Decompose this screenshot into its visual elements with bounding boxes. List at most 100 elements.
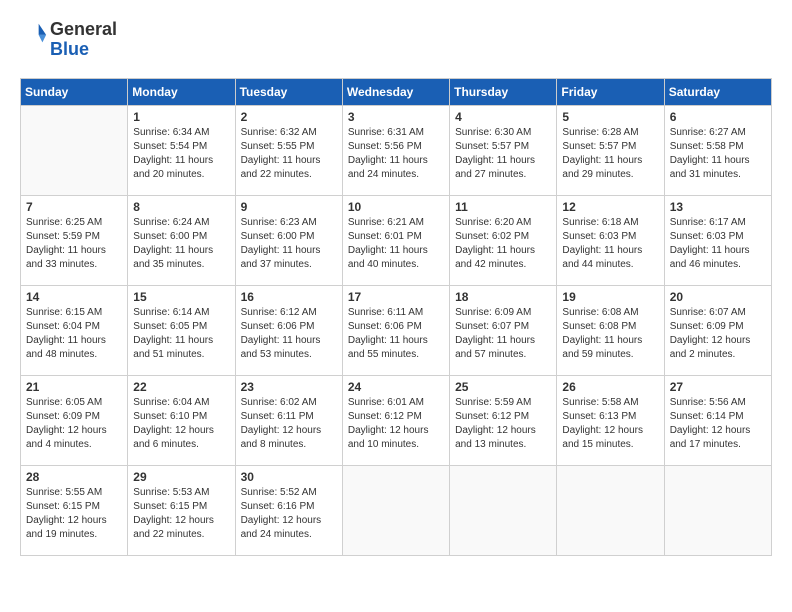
day-number: 4 [455, 110, 551, 124]
day-info: Sunrise: 6:11 AMSunset: 6:06 PMDaylight:… [348, 306, 444, 362]
weekday-header: Wednesday [342, 78, 449, 105]
day-number: 28 [26, 470, 122, 484]
calendar-cell: 9 Sunrise: 6:23 AMSunset: 6:00 PMDaylight… [235, 195, 342, 285]
calendar-cell: 18Sunrise: 6:09 AMSunset: 6:07 PMDayligh… [450, 285, 557, 375]
header-row: SundayMondayTuesdayWednesdayThursdayFrid… [21, 78, 772, 105]
calendar-cell: 20 Sunrise: 6:07 AMSunset: 6:09 PMDayligh… [664, 285, 771, 375]
day-info: Sunrise: 6:30 AMSunset: 5:57 PMDaylight:… [455, 126, 551, 182]
calendar-week-row: 7 Sunrise: 6:25 AMSunset: 5:59 PMDaylight… [21, 195, 772, 285]
calendar-cell: 16 Sunrise: 6:12 AMSunset: 6:06 PMDayligh… [235, 285, 342, 375]
weekday-header: Monday [128, 78, 235, 105]
day-number: 21 [26, 380, 122, 394]
calendar-cell: 17Sunrise: 6:11 AMSunset: 6:06 PMDayligh… [342, 285, 449, 375]
calendar-cell [342, 465, 449, 555]
day-info: Sunrise: 6:09 AMSunset: 6:07 PMDaylight:… [455, 306, 551, 362]
day-info: Sunrise: 6:07 AMSunset: 6:09 PMDaylight:… [670, 306, 766, 362]
calendar-cell: 8Sunrise: 6:24 AMSunset: 6:00 PMDaylight… [128, 195, 235, 285]
calendar-cell: 21 Sunrise: 6:05 AMSunset: 6:09 PMDayligh… [21, 375, 128, 465]
day-info: Sunrise: 6:32 AMSunset: 5:55 PMDaylight:… [241, 126, 337, 182]
calendar-cell: 6 Sunrise: 6:27 AMSunset: 5:58 PMDaylight… [664, 105, 771, 195]
calendar-cell: 12 Sunrise: 6:18 AMSunset: 6:03 PMDayligh… [557, 195, 664, 285]
day-number: 9 [241, 200, 337, 214]
day-number: 13 [670, 200, 766, 214]
calendar-cell [557, 465, 664, 555]
calendar-week-row: 28 Sunrise: 5:55 AMSunset: 6:15 PMDayligh… [21, 465, 772, 555]
day-number: 1 [133, 110, 229, 124]
day-info: Sunrise: 5:55 AMSunset: 6:15 PMDaylight:… [26, 486, 122, 542]
day-info: Sunrise: 6:04 AMSunset: 6:10 PMDaylight:… [133, 396, 229, 452]
day-number: 3 [348, 110, 444, 124]
weekday-header: Tuesday [235, 78, 342, 105]
day-number: 10 [348, 200, 444, 214]
day-number: 5 [562, 110, 658, 124]
calendar-cell: 13 Sunrise: 6:17 AMSunset: 6:03 PMDayligh… [664, 195, 771, 285]
day-number: 11 [455, 200, 551, 214]
calendar-cell: 4 Sunrise: 6:30 AMSunset: 5:57 PMDaylight… [450, 105, 557, 195]
calendar-cell: 28 Sunrise: 5:55 AMSunset: 6:15 PMDayligh… [21, 465, 128, 555]
logo: General Blue [20, 20, 117, 60]
day-number: 16 [241, 290, 337, 304]
day-info: Sunrise: 6:25 AMSunset: 5:59 PMDaylight:… [26, 216, 122, 272]
day-number: 12 [562, 200, 658, 214]
calendar-cell: 15 Sunrise: 6:14 AMSunset: 6:05 PMDayligh… [128, 285, 235, 375]
day-number: 26 [562, 380, 658, 394]
day-info: Sunrise: 6:18 AMSunset: 6:03 PMDaylight:… [562, 216, 658, 272]
day-number: 15 [133, 290, 229, 304]
logo-text: General Blue [50, 20, 117, 60]
calendar-cell: 26Sunrise: 5:58 AMSunset: 6:13 PMDayligh… [557, 375, 664, 465]
calendar-cell: 23 Sunrise: 6:02 AMSunset: 6:11 PMDayligh… [235, 375, 342, 465]
day-info: Sunrise: 6:02 AMSunset: 6:11 PMDaylight:… [241, 396, 337, 452]
day-info: Sunrise: 6:34 AMSunset: 5:54 PMDaylight:… [133, 126, 229, 182]
calendar-cell [664, 465, 771, 555]
day-number: 24 [348, 380, 444, 394]
day-info: Sunrise: 5:59 AMSunset: 6:12 PMDaylight:… [455, 396, 551, 452]
calendar-cell: 19 Sunrise: 6:08 AMSunset: 6:08 PMDayligh… [557, 285, 664, 375]
calendar-header: SundayMondayTuesdayWednesdayThursdayFrid… [21, 78, 772, 105]
day-info: Sunrise: 6:05 AMSunset: 6:09 PMDaylight:… [26, 396, 122, 452]
calendar-cell [21, 105, 128, 195]
calendar-cell: 27 Sunrise: 5:56 AMSunset: 6:14 PMDayligh… [664, 375, 771, 465]
top-bar: General Blue [20, 20, 772, 70]
calendar-cell: 2 Sunrise: 6:32 AMSunset: 5:55 PMDaylight… [235, 105, 342, 195]
calendar-body: 1 Sunrise: 6:34 AMSunset: 5:54 PMDaylight… [21, 105, 772, 555]
day-info: Sunrise: 6:14 AMSunset: 6:05 PMDaylight:… [133, 306, 229, 362]
day-info: Sunrise: 5:56 AMSunset: 6:14 PMDaylight:… [670, 396, 766, 452]
day-number: 30 [241, 470, 337, 484]
weekday-header: Thursday [450, 78, 557, 105]
calendar-cell [450, 465, 557, 555]
day-info: Sunrise: 6:23 AMSunset: 6:00 PMDaylight:… [241, 216, 337, 272]
day-info: Sunrise: 6:08 AMSunset: 6:08 PMDaylight:… [562, 306, 658, 362]
day-info: Sunrise: 6:21 AMSunset: 6:01 PMDaylight:… [348, 216, 444, 272]
day-number: 7 [26, 200, 122, 214]
calendar-week-row: 14 Sunrise: 6:15 AMSunset: 6:04 PMDayligh… [21, 285, 772, 375]
calendar-cell: 29Sunrise: 5:53 AMSunset: 6:15 PMDayligh… [128, 465, 235, 555]
day-number: 22 [133, 380, 229, 394]
weekday-header: Friday [557, 78, 664, 105]
day-number: 19 [562, 290, 658, 304]
calendar-cell: 7 Sunrise: 6:25 AMSunset: 5:59 PMDaylight… [21, 195, 128, 285]
calendar-table: SundayMondayTuesdayWednesdayThursdayFrid… [20, 78, 772, 556]
logo-icon [20, 20, 48, 48]
day-number: 23 [241, 380, 337, 394]
calendar-cell: 3Sunrise: 6:31 AMSunset: 5:56 PMDaylight… [342, 105, 449, 195]
calendar-cell: 5Sunrise: 6:28 AMSunset: 5:57 PMDaylight… [557, 105, 664, 195]
calendar-cell: 11Sunrise: 6:20 AMSunset: 6:02 PMDayligh… [450, 195, 557, 285]
calendar-cell: 22 Sunrise: 6:04 AMSunset: 6:10 PMDayligh… [128, 375, 235, 465]
day-info: Sunrise: 6:17 AMSunset: 6:03 PMDaylight:… [670, 216, 766, 272]
weekday-header: Sunday [21, 78, 128, 105]
day-info: Sunrise: 6:15 AMSunset: 6:04 PMDaylight:… [26, 306, 122, 362]
day-info: Sunrise: 6:12 AMSunset: 6:06 PMDaylight:… [241, 306, 337, 362]
day-number: 20 [670, 290, 766, 304]
calendar-cell: 14 Sunrise: 6:15 AMSunset: 6:04 PMDayligh… [21, 285, 128, 375]
day-info: Sunrise: 5:52 AMSunset: 6:16 PMDaylight:… [241, 486, 337, 542]
calendar-cell: 10 Sunrise: 6:21 AMSunset: 6:01 PMDayligh… [342, 195, 449, 285]
day-info: Sunrise: 6:27 AMSunset: 5:58 PMDaylight:… [670, 126, 766, 182]
weekday-header: Saturday [664, 78, 771, 105]
day-number: 14 [26, 290, 122, 304]
day-number: 6 [670, 110, 766, 124]
day-number: 27 [670, 380, 766, 394]
day-number: 25 [455, 380, 551, 394]
day-info: Sunrise: 6:01 AMSunset: 6:12 PMDaylight:… [348, 396, 444, 452]
day-number: 2 [241, 110, 337, 124]
day-info: Sunrise: 6:24 AMSunset: 6:00 PMDaylight:… [133, 216, 229, 272]
